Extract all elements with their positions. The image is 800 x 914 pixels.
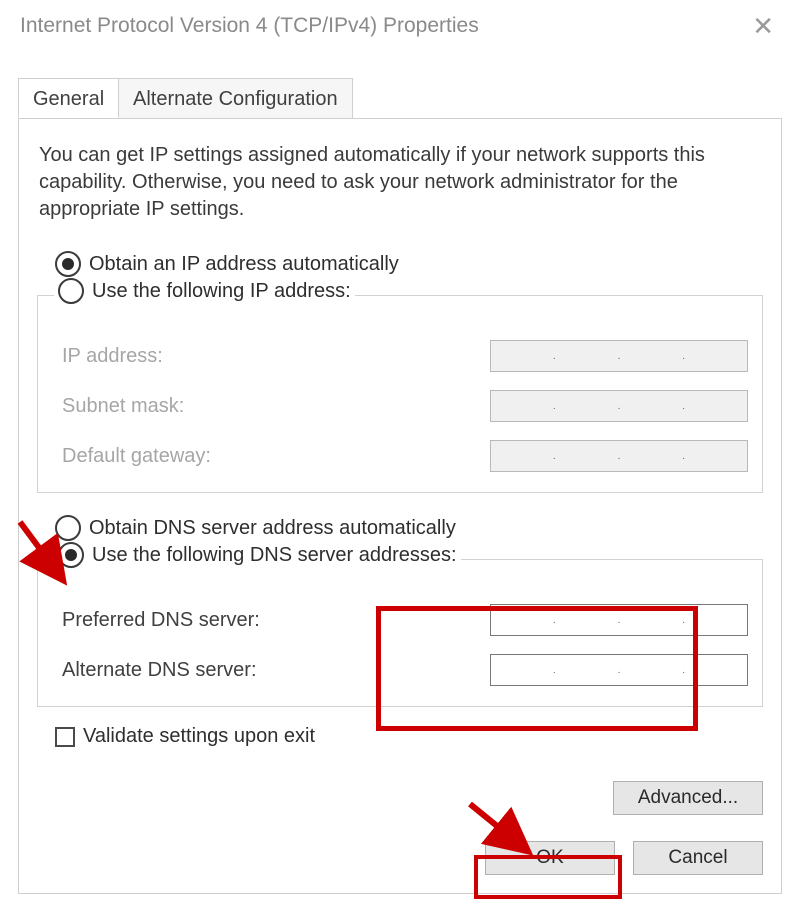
dialog-window: Internet Protocol Version 4 (TCP/IPv4) P…: [0, 0, 800, 914]
tab-general[interactable]: General: [18, 78, 119, 118]
field-label: Alternate DNS server:: [62, 659, 490, 682]
field-subnet-mask: Subnet mask: ...: [62, 390, 748, 422]
ip-manual-group: Use the following IP address: IP address…: [37, 295, 763, 493]
window-title: Internet Protocol Version 4 (TCP/IPv4) P…: [20, 14, 479, 38]
radio-label: Use the following IP address:: [92, 280, 351, 303]
radio-icon: [55, 515, 81, 541]
radio-icon: [58, 542, 84, 568]
titlebar: Internet Protocol Version 4 (TCP/IPv4) P…: [20, 8, 780, 44]
dns-manual-group: Use the following DNS server addresses: …: [37, 559, 763, 707]
radio-icon: [58, 278, 84, 304]
checkbox-label: Validate settings upon exit: [83, 725, 315, 748]
ip-address-input: ...: [490, 340, 748, 372]
field-ip-address: IP address: ...: [62, 340, 748, 372]
radio-icon: [55, 251, 81, 277]
tab-alternate-configuration[interactable]: Alternate Configuration: [118, 78, 353, 118]
field-preferred-dns: Preferred DNS server: ...: [62, 604, 748, 636]
general-panel: You can get IP settings assigned automat…: [18, 118, 782, 894]
tab-strip: General Alternate Configuration: [18, 78, 782, 119]
radio-label: Obtain an IP address automatically: [89, 253, 399, 276]
alternate-dns-input[interactable]: ...: [490, 654, 748, 686]
advanced-button[interactable]: Advanced...: [613, 781, 763, 815]
radio-obtain-dns-auto[interactable]: Obtain DNS server address automatically: [55, 515, 763, 541]
checkbox-icon: [55, 727, 75, 747]
field-alternate-dns: Alternate DNS server: ...: [62, 654, 748, 686]
ok-button[interactable]: OK: [485, 841, 615, 875]
subnet-mask-input: ...: [490, 390, 748, 422]
preferred-dns-input[interactable]: ...: [490, 604, 748, 636]
validate-settings-checkbox[interactable]: Validate settings upon exit: [55, 725, 763, 748]
close-icon[interactable]: ✕: [746, 11, 780, 41]
radio-use-following-dns[interactable]: Use the following DNS server addresses:: [54, 542, 461, 568]
field-label: Preferred DNS server:: [62, 609, 490, 632]
field-label: IP address:: [62, 345, 490, 368]
field-label: Default gateway:: [62, 445, 490, 468]
radio-obtain-ip-auto[interactable]: Obtain an IP address automatically: [55, 251, 763, 277]
dialog-buttons: OK Cancel: [485, 841, 763, 875]
radio-label: Obtain DNS server address automatically: [89, 517, 456, 540]
radio-use-following-ip[interactable]: Use the following IP address:: [54, 278, 355, 304]
field-label: Subnet mask:: [62, 395, 490, 418]
radio-label: Use the following DNS server addresses:: [92, 544, 457, 567]
intro-text: You can get IP settings assigned automat…: [39, 142, 761, 223]
cancel-button[interactable]: Cancel: [633, 841, 763, 875]
field-default-gateway: Default gateway: ...: [62, 440, 748, 472]
default-gateway-input: ...: [490, 440, 748, 472]
